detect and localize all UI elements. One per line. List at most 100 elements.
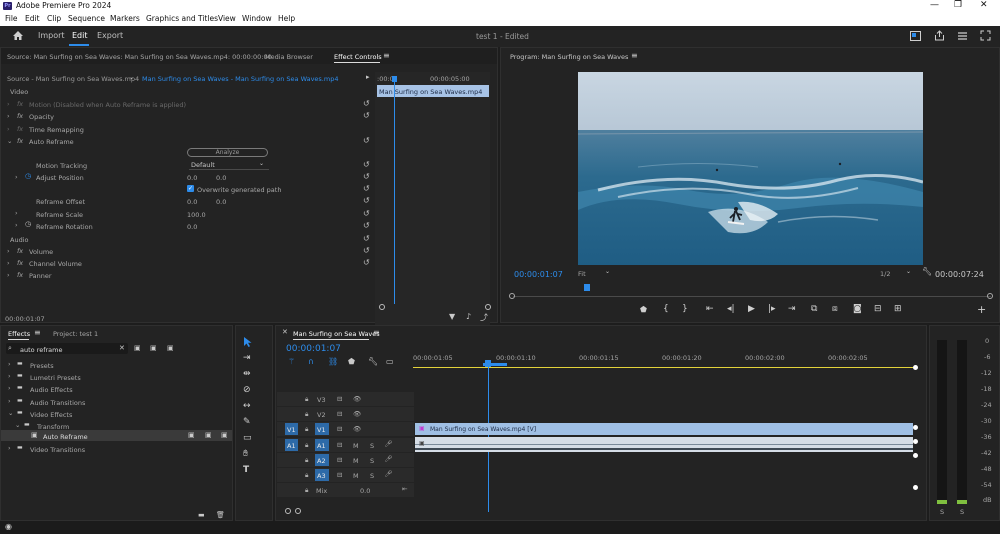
overwrite-checkbox[interactable]: ✓ (187, 185, 194, 192)
lock-icon[interactable]: 🔒︎ (305, 410, 308, 419)
nest-icon[interactable]: ⚚ (288, 357, 295, 366)
reset-reframe-offset-icon[interactable]: ↺ (363, 196, 370, 205)
add-marker-icon[interactable]: ⬟ (640, 305, 647, 314)
type-tool-icon[interactable]: T (243, 465, 249, 475)
timeline-timecode[interactable]: 00:00:01:07 (286, 344, 341, 354)
expand-channel-volume-icon[interactable]: › (7, 259, 10, 267)
expand-volume-icon[interactable]: › (7, 247, 10, 255)
microphone-icon[interactable]: 🎤︎ (384, 470, 392, 478)
menu-help[interactable]: Help (278, 14, 295, 23)
ripple-edit-tool-icon[interactable]: ⇹ (243, 369, 251, 379)
wrench-icon[interactable]: 🔧︎ (368, 357, 378, 366)
effect-controls-timeline[interactable] (375, 72, 490, 333)
menu-window[interactable]: Window (242, 14, 272, 23)
solo-button[interactable]: S (370, 472, 374, 480)
chevron-down-icon[interactable]: ⌄ (605, 268, 610, 275)
minimize-icon[interactable]: — (930, 0, 939, 10)
panel-menu-icon[interactable]: ≡ (34, 328, 41, 337)
mark-in-icon[interactable]: { (663, 304, 669, 314)
fx-icon[interactable]: fx (17, 271, 23, 279)
audio-only-icon[interactable]: ♪ (466, 312, 471, 321)
reset-opacity-icon[interactable]: ↺ (363, 111, 370, 120)
track-scroll-handle[interactable] (913, 485, 918, 490)
rectangle-tool-icon[interactable]: ▭ (243, 433, 252, 443)
menu-sequence[interactable]: Sequence (68, 14, 105, 23)
pen-tool-icon[interactable]: ✎ (243, 417, 251, 427)
menu-view[interactable]: View (218, 14, 236, 23)
track-scroll-handle[interactable] (913, 425, 918, 430)
reset-auto-reframe-icon[interactable]: ↺ (363, 136, 370, 145)
fx-icon[interactable]: fx (17, 100, 23, 108)
share-icon[interactable] (934, 30, 945, 41)
lock-icon[interactable]: 🔒︎ (305, 395, 308, 404)
play-icon[interactable]: ▶ (748, 304, 755, 314)
fit-select[interactable]: Fit (578, 270, 586, 278)
collapse-icon[interactable]: ⌄ (15, 421, 20, 429)
sequence-clip-label[interactable]: Man Surfing on Sea Waves - Man Surfing o… (142, 75, 338, 83)
sync-icon[interactable]: ⊟ (337, 410, 342, 418)
eye-icon[interactable]: 👁︎ (353, 410, 361, 418)
captions-icon[interactable]: ▭ (386, 357, 394, 366)
reset-motion-tracking-icon[interactable]: ↺ (363, 160, 370, 169)
mark-out-icon[interactable]: } (682, 304, 688, 314)
meter-solo-left[interactable]: S (940, 508, 944, 516)
reframe-rotation-value[interactable]: 0.0 (187, 223, 197, 231)
stopwatch-icon[interactable]: ◷ (25, 172, 31, 180)
tab-effect-controls[interactable]: Effect Controls (334, 53, 382, 61)
source-clip-label[interactable]: Source - Man Surfing on Sea Waves.mp4 (7, 75, 139, 83)
reset-reframe-rotation-icon[interactable]: ↺ (363, 221, 370, 230)
lock-icon[interactable]: 🔒︎ (305, 456, 308, 465)
timeline-zoom-left[interactable] (285, 508, 291, 514)
adjust-position-x[interactable]: 0.0 (187, 174, 197, 182)
workspace-edit[interactable]: Edit (72, 31, 88, 40)
tree-auto-reframe[interactable]: Auto Reframe (43, 433, 88, 441)
expand-motion-icon[interactable]: › (7, 100, 10, 108)
tree-video-effects[interactable]: Video Effects (30, 411, 72, 419)
menu-graphics-and-titles[interactable]: Graphics and Titles (146, 14, 218, 23)
menu-file[interactable]: File (5, 14, 18, 23)
lift-icon[interactable]: ⧉ (811, 304, 817, 314)
expand-panner-icon[interactable]: › (7, 271, 10, 279)
eye-icon[interactable]: 👁︎ (353, 395, 361, 403)
mute-button[interactable]: M (353, 457, 359, 465)
tree-presets[interactable]: Presets (30, 362, 54, 370)
expand-reframe-scale-icon[interactable]: › (15, 209, 18, 217)
program-playhead[interactable] (584, 284, 590, 291)
chevron-down-icon[interactable]: ⌄ (129, 74, 134, 81)
solo-button[interactable]: S (370, 442, 374, 450)
tab-effects[interactable]: Effects (8, 330, 30, 338)
microphone-icon[interactable]: 🎤︎ (384, 455, 392, 463)
clear-search-icon[interactable]: ✕ (119, 344, 125, 352)
add-button-icon[interactable]: + (977, 303, 986, 316)
background-tasks-icon[interactable]: ◉ (5, 522, 12, 531)
motion-tracking-select[interactable]: Default (191, 161, 215, 169)
expand-icon[interactable]: › (8, 397, 11, 405)
tree-lumetri-presets[interactable]: Lumetri Presets (30, 374, 81, 382)
delete-icon[interactable]: 🗑︎ (216, 511, 225, 519)
go-to-out-icon[interactable]: ⇥ (788, 304, 796, 314)
reset-motion-icon[interactable]: ↺ (363, 99, 370, 108)
track-scroll-handle[interactable] (913, 439, 918, 444)
selection-tool-icon[interactable] (243, 336, 253, 348)
menu-markers[interactable]: Markers (110, 14, 140, 23)
home-icon[interactable] (12, 30, 24, 41)
track-select-tool-icon[interactable]: ⇥ (243, 353, 251, 363)
slip-tool-icon[interactable]: ↔ (243, 401, 251, 411)
camera-icon[interactable]: ◙ (853, 304, 862, 314)
menu-clip[interactable]: Clip (47, 14, 61, 23)
eye-icon[interactable]: 👁︎ (353, 425, 361, 433)
reset-volume-icon[interactable]: ↺ (363, 246, 370, 255)
sync-icon[interactable]: ⊟ (337, 395, 342, 403)
timeline-tab[interactable]: Man Surfing on Sea Waves (293, 330, 380, 338)
export-icon[interactable]: ⤴ (480, 312, 488, 323)
filter-icon[interactable]: ▼ (449, 312, 455, 321)
fx-icon[interactable]: fx (17, 259, 23, 267)
panel-menu-icon[interactable]: ≡ (631, 51, 638, 60)
expand-reframe-rotation-icon[interactable]: › (15, 221, 18, 229)
chevron-down-icon[interactable]: ⌄ (259, 160, 264, 167)
menu-edit[interactable]: Edit (25, 14, 40, 23)
expand-time-remap-icon[interactable]: › (7, 125, 10, 133)
reset-overwrite-icon[interactable]: ↺ (363, 184, 370, 193)
timeline-zoom-right[interactable] (295, 508, 301, 514)
program-scrub-bar[interactable] (513, 296, 991, 297)
